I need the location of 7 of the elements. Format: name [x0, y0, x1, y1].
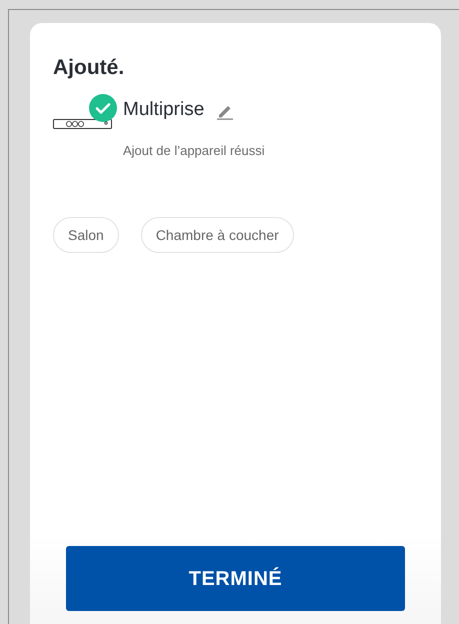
- power-strip-icon: [53, 119, 112, 130]
- page-title: Ajouté.: [53, 57, 126, 78]
- room-chip[interactable]: Salon: [53, 217, 119, 253]
- status-text: Ajout de l’appareil réussi: [123, 142, 265, 160]
- done-button[interactable]: TERMINÉ: [66, 546, 405, 611]
- room-chip[interactable]: Chambre à coucher: [140, 217, 294, 253]
- device-name: Multiprise: [123, 98, 204, 122]
